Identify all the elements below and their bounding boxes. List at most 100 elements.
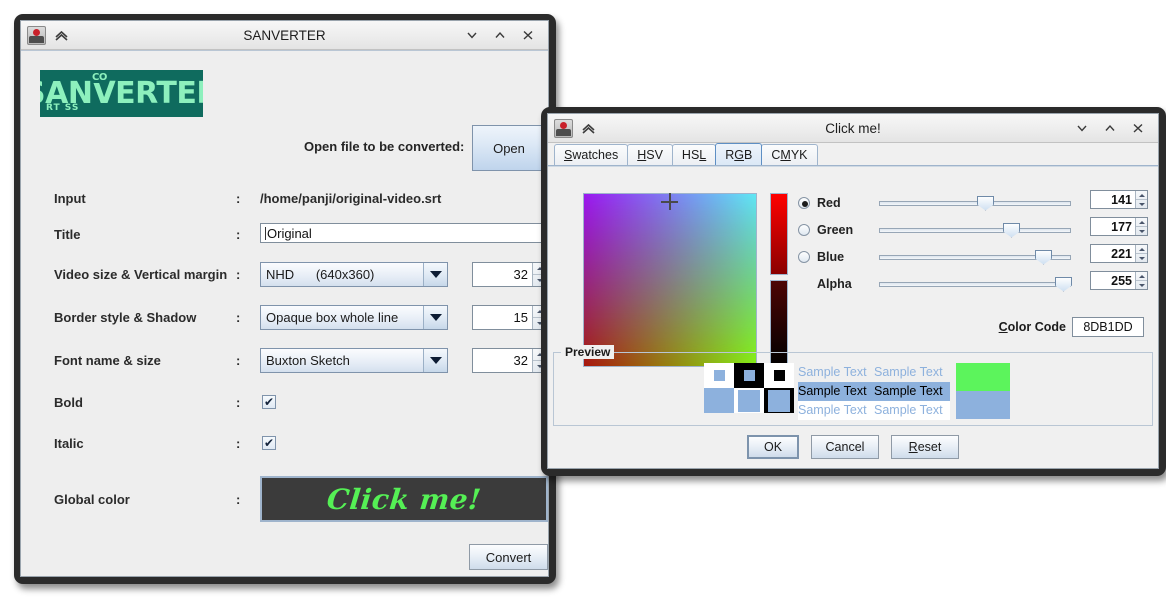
bold-checkbox[interactable]: ✔ (262, 395, 276, 409)
font-name-combobox[interactable]: Buxton Sketch (260, 348, 448, 373)
spinner-up-icon[interactable] (1136, 245, 1147, 254)
font-name-combobox-value: Buxton Sketch (266, 353, 350, 368)
border-style-combobox-value: Opaque box whole line (266, 310, 399, 325)
slider-thumb-blue[interactable] (1035, 249, 1052, 265)
spinner-down-icon[interactable] (1136, 254, 1147, 262)
label-video-size: Video size & Vertical margin (54, 267, 228, 282)
radio-red[interactable] (798, 196, 810, 209)
label-title: Title (54, 227, 81, 242)
slider-green[interactable] (879, 222, 1071, 238)
chevron-down-icon[interactable] (423, 263, 447, 286)
tab-rgb[interactable]: RGB (715, 143, 763, 165)
color-chooser-titlebar[interactable]: Click me! (548, 114, 1158, 143)
reset-button-rest: eset (917, 440, 942, 454)
close-icon[interactable] (1131, 121, 1145, 135)
color-gradient-picker[interactable] (583, 193, 757, 367)
preview-swatch-2 (734, 363, 764, 388)
spinner-down-icon[interactable] (1136, 281, 1147, 289)
preview-swatch-4 (704, 388, 734, 413)
preview-swatch-3 (764, 363, 794, 388)
channel-row-alpha: Alpha 255 (798, 270, 1148, 297)
radio-blue[interactable] (798, 250, 810, 263)
border-style-combobox[interactable]: Opaque box whole line (260, 305, 448, 330)
spinner-arrows[interactable] (1135, 218, 1147, 235)
tab-hsv[interactable]: HSV (627, 144, 673, 165)
color-code-input[interactable]: 8DB1DD (1072, 317, 1144, 337)
global-color-swatch-button[interactable]: Click me! (260, 476, 548, 522)
spinner-arrows[interactable] (1135, 245, 1147, 262)
field-green[interactable]: 177 (1090, 217, 1148, 236)
hue-strip-upper[interactable] (770, 193, 788, 275)
preview-legend: Preview (561, 345, 615, 359)
slider-thumb-red[interactable] (977, 195, 994, 211)
sanverter-titlebar[interactable]: SANVERTER (21, 21, 548, 50)
slider-thumb-alpha[interactable] (1055, 276, 1072, 292)
slider-thumb-green[interactable] (1003, 222, 1020, 238)
chevron-down-icon[interactable] (423, 306, 447, 329)
colon-italic: : (236, 436, 241, 451)
chevron-down-icon[interactable] (423, 349, 447, 372)
spinner-arrows[interactable] (1135, 272, 1147, 289)
close-icon[interactable] (521, 28, 535, 42)
sanverter-window-inner: SANVERTER SANVERTER CO (20, 20, 549, 577)
radio-green[interactable] (798, 223, 810, 236)
logo-subscript-text: RT SS (46, 103, 80, 113)
reset-button[interactable]: Reset (891, 435, 959, 459)
maximize-icon[interactable] (493, 28, 507, 42)
spinner-up-icon[interactable] (1136, 191, 1147, 200)
slider-red[interactable] (879, 195, 1071, 211)
shade-window-icon[interactable] (53, 27, 70, 44)
field-blue[interactable]: 221 (1090, 244, 1148, 263)
label-bold: Bold (54, 395, 83, 410)
sanverter-window: SANVERTER SANVERTER CO (14, 14, 556, 584)
colon-title: : (236, 227, 241, 242)
sanverter-logo: SANVERTER CO RT SS (40, 70, 203, 117)
ok-button[interactable]: OK (747, 435, 799, 459)
spinner-down-icon[interactable] (1136, 227, 1147, 235)
maximize-icon[interactable] (1103, 121, 1117, 135)
spinner-up-icon[interactable] (1136, 272, 1147, 281)
slider-blue[interactable] (879, 249, 1071, 265)
italic-checkbox[interactable]: ✔ (262, 436, 276, 450)
video-size-combobox[interactable]: NHD (640x360) (260, 262, 448, 287)
spinner-arrows[interactable] (1135, 191, 1147, 208)
preview-swatch-6 (764, 388, 794, 413)
font-size-value: 32 (513, 353, 528, 368)
label-italic: Italic (54, 436, 84, 451)
spinner-down-icon[interactable] (1136, 200, 1147, 208)
vertical-margin-spinner[interactable]: 32 (472, 262, 548, 287)
spinner-up-icon[interactable] (1136, 218, 1147, 227)
tab-rgb-pre: R (725, 147, 735, 162)
title-input[interactable]: Original (260, 223, 548, 243)
titlebar-left-controls (548, 118, 597, 138)
label-global-color: Global color (54, 492, 130, 507)
color-mode-tabs: Swatches HSV HSL RGB CMYK (548, 143, 1158, 166)
convert-button[interactable]: Convert (469, 544, 548, 570)
shadow-spinner[interactable]: 15 (472, 305, 548, 330)
color-code-group: Color Code 8DB1DD (999, 317, 1144, 337)
dialog-button-bar: OK Cancel Reset (548, 426, 1158, 468)
rgb-tab-panel: Red 141 Green 177 Blue 221 Alpha 255 Col… (548, 166, 1158, 367)
tab-cmyk[interactable]: CMYK (761, 144, 818, 165)
value-green: 177 (1111, 219, 1132, 234)
field-alpha[interactable]: 255 (1090, 271, 1148, 290)
tab-swatches[interactable]: Swatches (554, 144, 629, 165)
logo-superscript-text: CO (92, 72, 107, 83)
colon-global-color: : (236, 492, 241, 507)
slider-alpha[interactable] (879, 276, 1072, 292)
channel-row-red: Red 141 (798, 189, 1148, 216)
shade-window-icon[interactable] (580, 120, 597, 137)
font-size-spinner[interactable]: 32 (472, 348, 548, 373)
sample-text: Sample Text (874, 403, 943, 417)
sample-text: Sample Text (798, 384, 867, 398)
field-red[interactable]: 141 (1090, 190, 1148, 209)
color-code-label-rest: olor Code (1007, 320, 1066, 334)
minimize-icon[interactable] (1075, 121, 1089, 135)
minimize-icon[interactable] (465, 28, 479, 42)
preview-panel: Preview Sample Text Sample Text Sample T… (553, 345, 1153, 426)
cancel-button[interactable]: Cancel (811, 435, 879, 459)
colon-border-style: : (236, 310, 241, 325)
open-file-button[interactable]: Open (472, 125, 546, 171)
tab-hsl[interactable]: HSL (671, 144, 717, 165)
color-chooser-dialog: Click me! Swatches HSV HSL RGB CMYK Red … (541, 107, 1166, 476)
